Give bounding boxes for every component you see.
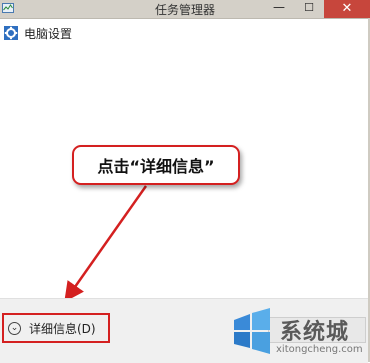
windows-logo-icon (234, 308, 270, 354)
title-bar: 任务管理器 — ☐ ✕ (0, 0, 370, 19)
chevron-down-icon: ⌄ (8, 321, 21, 335)
annotation-callout: 点击“详细信息” (72, 145, 240, 185)
watermark-url: xitongcheng.com (276, 344, 363, 355)
close-button[interactable]: ✕ (324, 0, 370, 18)
gear-icon (4, 26, 18, 40)
list-item-label: 电脑设置 (24, 26, 73, 41)
list-item[interactable]: 电脑设置 (4, 24, 72, 42)
watermark: 系统城 xitongcheng.com (222, 306, 370, 362)
more-details-button[interactable]: ⌄ 详细信息(D) (2, 313, 110, 343)
maximize-button[interactable]: ☐ (294, 0, 324, 16)
annotation-text: 点击“详细信息” (97, 157, 215, 176)
watermark-brand: 系统城 (280, 320, 350, 345)
more-details-label: 详细信息(D) (29, 321, 96, 336)
minimize-button[interactable]: — (264, 0, 294, 16)
